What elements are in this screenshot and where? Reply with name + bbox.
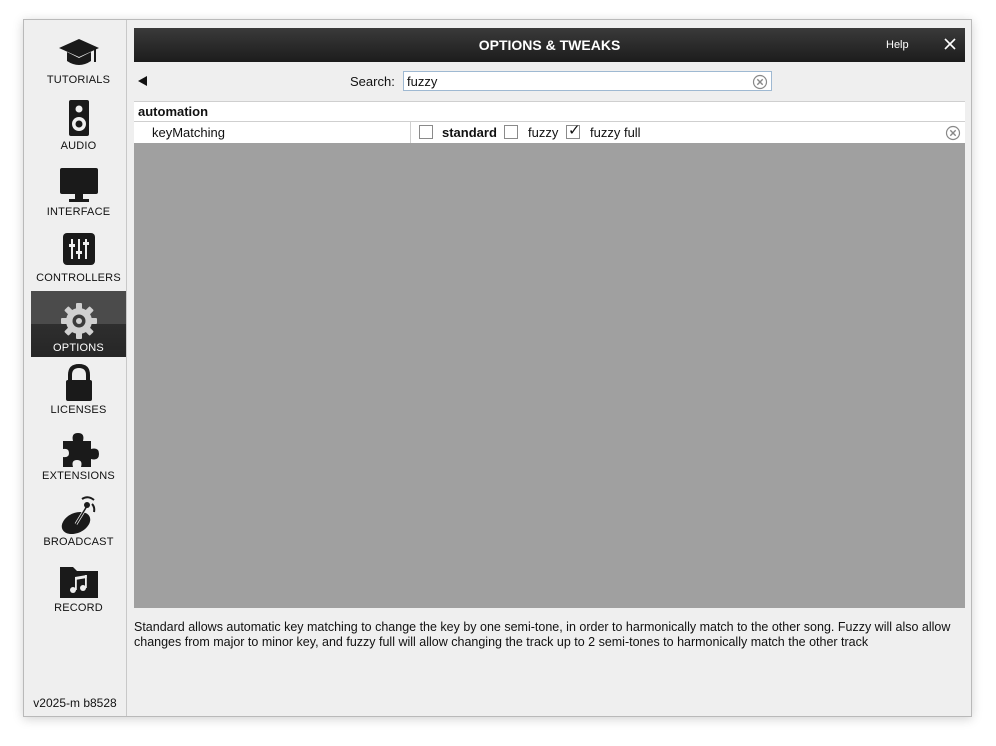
- option-label-fuzzy: fuzzy: [528, 125, 559, 140]
- column-divider: [410, 122, 411, 143]
- search-input[interactable]: [403, 71, 772, 91]
- clear-search-icon[interactable]: [752, 74, 768, 90]
- broadcast-icon: [61, 496, 96, 535]
- option-label-fuzzy-full: fuzzy full: [590, 125, 641, 140]
- sliders-icon: [63, 233, 95, 265]
- sidebar-item-extensions[interactable]: EXTENSIONS: [31, 419, 126, 485]
- settings-window: TUTORIALS AUDIO INTERFACE CONTROLLERS OP…: [23, 19, 972, 717]
- sidebar: TUTORIALS AUDIO INTERFACE CONTROLLERS OP…: [24, 20, 127, 716]
- checkbox-fuzzy[interactable]: [504, 125, 518, 139]
- speaker-icon: [69, 100, 89, 136]
- sidebar-item-label: EXTENSIONS: [42, 470, 115, 482]
- sidebar-item-label: INTERFACE: [46, 206, 111, 218]
- sidebar-item-label: BROADCAST: [43, 536, 114, 548]
- sidebar-item-controllers[interactable]: CONTROLLERS: [31, 221, 126, 287]
- option-name: keyMatching: [152, 125, 225, 140]
- option-description: Standard allows automatic key matching t…: [134, 620, 951, 649]
- table-row: keyMatching standard fuzzy ✓ fuzzy full: [134, 122, 965, 143]
- group-header: automation: [134, 101, 965, 122]
- puzzle-icon: [63, 433, 99, 467]
- close-icon[interactable]: [942, 36, 958, 52]
- version-label: v2025-m b8528: [33, 696, 117, 710]
- graduation-cap-icon: [59, 39, 99, 65]
- music-folder-icon: [60, 567, 98, 598]
- sidebar-item-licenses[interactable]: LICENSES: [31, 353, 126, 419]
- sidebar-item-tutorials[interactable]: TUTORIALS: [31, 23, 126, 89]
- page-title: OPTIONS & TWEAKS: [478, 37, 621, 53]
- sidebar-item-label: CONTROLLERS: [36, 272, 121, 284]
- sidebar-item-broadcast[interactable]: BROADCAST: [31, 485, 126, 551]
- sidebar-item-audio[interactable]: AUDIO: [31, 89, 126, 155]
- search-label: Search:: [350, 74, 395, 89]
- sidebar-item-interface[interactable]: INTERFACE: [31, 155, 126, 221]
- sidebar-item-record[interactable]: RECORD: [31, 551, 126, 617]
- help-button[interactable]: Help: [886, 39, 909, 51]
- monitor-icon: [60, 168, 98, 202]
- option-label-standard: standard: [442, 125, 497, 140]
- sidebar-item-label: TUTORIALS: [46, 74, 111, 86]
- sidebar-item-label: AUDIO: [60, 140, 97, 152]
- sidebar-item-label: RECORD: [54, 602, 103, 614]
- sidebar-item-label: LICENSES: [50, 404, 107, 416]
- checkbox-standard[interactable]: [419, 125, 433, 139]
- sidebar-item-options[interactable]: OPTIONS: [31, 291, 126, 357]
- gear-icon: [61, 303, 97, 339]
- lock-icon: [66, 363, 92, 401]
- checkmark-icon: ✓: [568, 122, 581, 139]
- options-grid: automation keyMatching standard fuzzy ✓ …: [134, 101, 965, 608]
- reset-option-icon[interactable]: [945, 125, 961, 141]
- title-bar: OPTIONS & TWEAKS Help: [134, 28, 965, 62]
- checkbox-fuzzy-full[interactable]: ✓: [566, 122, 581, 139]
- back-arrow-icon[interactable]: [138, 76, 147, 86]
